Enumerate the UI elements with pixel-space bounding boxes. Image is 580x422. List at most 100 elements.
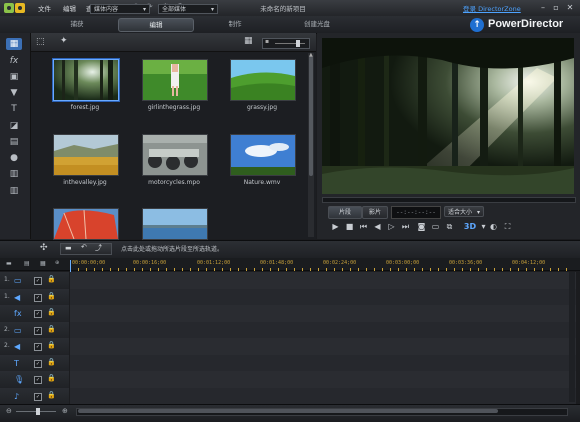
track-enable-checkbox[interactable]: ✓ xyxy=(34,277,42,285)
maximize-icon[interactable]: ▫ xyxy=(550,2,562,13)
subtitle-room-icon[interactable]: ▥ xyxy=(6,185,22,197)
lock-icon[interactable]: 🔒 xyxy=(47,292,56,300)
track-enable-checkbox[interactable]: ✓ xyxy=(34,359,42,368)
zoom-in-icon[interactable]: ⊕ xyxy=(62,407,68,415)
timeline-view-icon[interactable]: ▬ xyxy=(6,260,12,267)
track-header[interactable]: T ✓ 🔒 xyxy=(0,354,69,373)
zoom-in-icon[interactable]: ⊕ xyxy=(55,260,59,266)
magic-tools-icon[interactable]: ✣ xyxy=(40,243,48,253)
track-lane[interactable] xyxy=(70,387,576,406)
effect-room-icon[interactable]: fx xyxy=(6,55,22,67)
snapshot-icon[interactable]: ◙ xyxy=(416,221,427,232)
menu-file[interactable]: 文件 xyxy=(38,3,51,13)
split-icon[interactable]: ⤴ xyxy=(95,243,102,253)
thumb-umbrella[interactable] xyxy=(53,208,119,240)
thumb-grassy[interactable] xyxy=(230,59,296,101)
title-room-icon[interactable]: T xyxy=(6,103,22,115)
lock-icon[interactable]: 🔒 xyxy=(47,275,56,283)
timeline-zoom-thumb[interactable] xyxy=(36,408,40,415)
track-manager-icon[interactable]: ▦ xyxy=(40,260,46,267)
media-filter-dropdown[interactable]: 媒体内容 ▾ xyxy=(90,4,150,14)
media-type-dropdown[interactable]: 全部媒体 ▾ xyxy=(158,4,218,14)
trim-icon[interactable]: ▬ xyxy=(65,244,72,252)
thumb-inthevalley[interactable] xyxy=(53,134,119,176)
lock-icon[interactable]: 🔒 xyxy=(47,325,56,333)
stop-icon[interactable]: ■ xyxy=(344,221,355,232)
audio-mixing-room-icon[interactable]: ▤ xyxy=(6,136,22,148)
particle-room-icon[interactable]: ▼ xyxy=(6,87,22,99)
volume-icon[interactable]: ◐ xyxy=(488,221,499,232)
track-enable-checkbox[interactable]: ✓ xyxy=(34,392,42,401)
thumb-forest[interactable] xyxy=(53,59,119,101)
track-enable-checkbox[interactable]: ✓ xyxy=(34,310,42,318)
storyboard-view-icon[interactable]: ▤ xyxy=(24,260,30,267)
fit-size-dropdown[interactable]: 适合大小 ▾ xyxy=(444,206,484,217)
tab-create-disc[interactable]: 创建光盘 xyxy=(282,18,352,30)
thumb-lake[interactable] xyxy=(142,208,208,240)
track-header[interactable]: 2. ◀ ✓ 🔒 xyxy=(0,338,69,356)
track-header[interactable]: 🎙 ✓ 🔒 xyxy=(0,371,69,389)
track-header[interactable]: ♪ ✓ 🔒 xyxy=(0,387,69,406)
step-back-icon[interactable]: ◀ xyxy=(372,221,383,232)
timeline-vscrollbar[interactable] xyxy=(569,272,575,402)
plugin-icon[interactable]: ✦ xyxy=(60,36,68,46)
track-lane[interactable] xyxy=(70,354,576,373)
grid-view-icon[interactable]: ▦ xyxy=(244,36,253,46)
timeline-hscrollbar-thumb[interactable] xyxy=(78,409,498,413)
play-icon[interactable]: ▶ xyxy=(330,221,341,232)
lock-icon[interactable]: 🔒 xyxy=(47,391,56,399)
menu-edit[interactable]: 编辑 xyxy=(63,3,76,13)
voice-over-room-icon[interactable]: ● xyxy=(6,152,22,164)
undock-icon[interactable]: ⧉ xyxy=(444,221,455,232)
timecode-display[interactable]: --:--:--:-- xyxy=(391,206,441,219)
chapter-room-icon[interactable]: ▥ xyxy=(6,168,22,180)
ruler-tick: 00:03:00;00 xyxy=(386,260,420,266)
pip-room-icon[interactable]: ▣ xyxy=(6,71,22,83)
track-header[interactable]: 1. ◀ ✓ 🔒 xyxy=(0,288,69,307)
fullscreen-icon[interactable]: ⛶ xyxy=(502,221,513,232)
track-enable-checkbox[interactable]: ✓ xyxy=(34,326,42,335)
media-room-icon[interactable]: ▦ xyxy=(6,38,22,50)
thumbnail-size-slider[interactable]: ▪ xyxy=(262,38,310,49)
lock-icon[interactable]: 🔒 xyxy=(47,374,56,382)
next-frame-icon[interactable]: ⏭ xyxy=(400,221,411,232)
tab-produce[interactable]: 制作 xyxy=(205,18,265,30)
track-enable-checkbox[interactable]: ✓ xyxy=(34,293,42,302)
lock-icon[interactable]: 🔒 xyxy=(47,341,56,349)
track-header[interactable]: 2. ▭ ✓ 🔒 xyxy=(0,321,69,340)
library-scrollbar-thumb[interactable] xyxy=(309,56,313,176)
thumb-nature[interactable] xyxy=(230,134,296,176)
external-display-icon[interactable]: ▭ xyxy=(430,221,441,232)
previous-frame-icon[interactable]: ⏮ xyxy=(358,221,369,232)
tab-capture[interactable]: 捕获 xyxy=(47,18,107,30)
preview-seek-bar[interactable] xyxy=(322,197,576,203)
audio-track-icon: ◀ xyxy=(14,292,21,302)
track-lane[interactable] xyxy=(70,371,576,389)
lock-icon[interactable]: 🔒 xyxy=(47,308,56,316)
track-lane[interactable] xyxy=(70,338,576,356)
track-lane[interactable] xyxy=(70,288,576,307)
track-header[interactable]: fx ✓ 🔒 xyxy=(0,305,69,323)
tab-edit[interactable]: 编辑 xyxy=(118,18,194,32)
clip-mode-button[interactable]: 片段 xyxy=(328,206,362,219)
track-lane[interactable] xyxy=(70,305,576,323)
directorzone-login-link[interactable]: 登录 DirectorZone xyxy=(463,3,521,13)
close-icon[interactable]: ✕ xyxy=(564,2,576,13)
movie-mode-button[interactable]: 影片 xyxy=(362,206,388,219)
step-forward-icon[interactable]: ▷ xyxy=(386,221,397,232)
minimize-icon[interactable]: – xyxy=(537,2,549,13)
thumb-motorcycles[interactable] xyxy=(142,134,208,176)
undo-edit-icon[interactable]: ↶ xyxy=(81,243,87,251)
edit-tools-group[interactable]: ▬ ↶ ⤴ xyxy=(60,243,112,255)
lock-icon[interactable]: 🔒 xyxy=(47,358,56,366)
track-lane[interactable] xyxy=(70,272,576,290)
track-lane[interactable] xyxy=(70,321,576,340)
scroll-up-icon[interactable]: ▲ xyxy=(309,52,313,58)
track-enable-checkbox[interactable]: ✓ xyxy=(34,343,42,351)
import-media-icon[interactable]: ⬚ xyxy=(36,37,45,47)
thumb-girlinthegrass[interactable] xyxy=(142,59,208,101)
zoom-out-icon[interactable]: ⊖ xyxy=(6,407,12,415)
transition-room-icon[interactable]: ◪ xyxy=(6,120,22,132)
track-enable-checkbox[interactable]: ✓ xyxy=(34,376,42,384)
track-header[interactable]: 1. ▭ ✓ 🔒 xyxy=(0,272,69,290)
